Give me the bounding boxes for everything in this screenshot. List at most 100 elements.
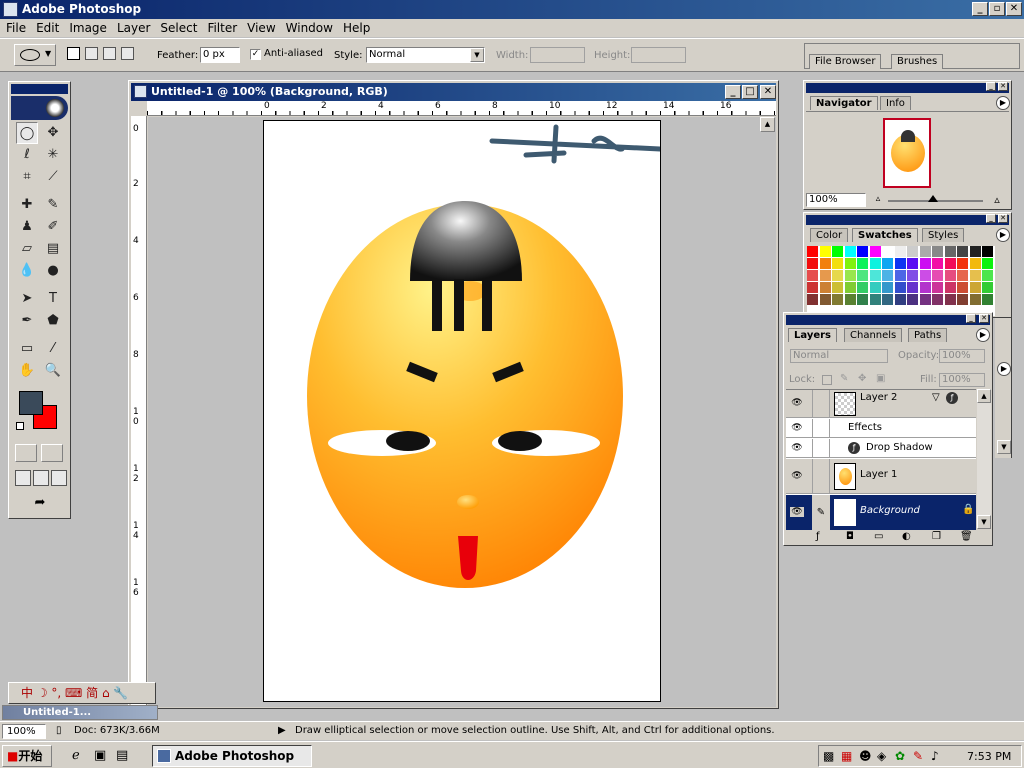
lock-transparency-icon[interactable] (822, 375, 832, 385)
minimize-button[interactable]: _ (972, 2, 988, 16)
new-set-icon[interactable]: ▭ (874, 531, 883, 542)
speaker-icon[interactable]: ♪ (931, 749, 939, 763)
status-zoom-input[interactable]: 100% (2, 724, 46, 739)
swatch[interactable] (932, 282, 943, 293)
swatch[interactable] (844, 246, 856, 257)
ie-icon[interactable]: ℯ (72, 748, 80, 763)
swatch[interactable] (807, 270, 818, 281)
swatch[interactable] (907, 270, 918, 281)
trash-icon[interactable]: 🗑 (960, 531, 973, 542)
layers-minimize-button[interactable]: _ (966, 314, 976, 323)
minimized-document[interactable]: Untitled-1... (2, 705, 158, 720)
history-brush-icon[interactable]: ✐ (42, 216, 64, 238)
add-style-icon[interactable]: ƒ (816, 531, 820, 542)
swatch[interactable] (907, 246, 918, 257)
crop-icon[interactable]: ⌗ (16, 166, 38, 188)
magic-wand-icon[interactable]: ✳ (42, 144, 64, 166)
tool-preset-picker[interactable]: ▼ (14, 44, 56, 66)
menu-file[interactable]: File (0, 19, 30, 35)
swatch[interactable] (982, 246, 993, 257)
document-canvas[interactable] (263, 120, 661, 702)
tray-icon[interactable]: ◈ (877, 749, 886, 763)
eye-icon[interactable]: 👁 (790, 398, 804, 408)
move-tool-icon[interactable]: ✥ (42, 122, 64, 144)
type-icon[interactable]: T (42, 288, 64, 310)
zoom-in-icon[interactable]: ▵ (990, 193, 1004, 206)
swatch[interactable] (919, 270, 931, 281)
layers-scrollbar[interactable]: ▲ ▼ (977, 389, 991, 529)
tab-info[interactable]: Info (880, 96, 911, 110)
swatch[interactable] (957, 246, 968, 257)
swatch[interactable] (882, 258, 893, 269)
swatch[interactable] (807, 294, 818, 305)
swatch[interactable] (857, 282, 868, 293)
dodge-icon[interactable]: ● (42, 260, 64, 282)
swatch[interactable] (832, 294, 843, 305)
intersect-selection-icon[interactable] (121, 47, 134, 60)
menu-window[interactable]: Window (280, 19, 337, 35)
effect-row[interactable]: 👁 ƒ Drop Shadow (786, 439, 976, 458)
eye-icon[interactable]: 👁 (790, 443, 804, 453)
screen-mode-standard-icon[interactable] (15, 470, 31, 486)
swatch[interactable] (944, 246, 956, 257)
hand-icon[interactable]: ✋ (16, 360, 38, 382)
swatch[interactable] (894, 258, 906, 269)
swatch[interactable] (807, 258, 818, 269)
swatch[interactable] (944, 258, 956, 269)
tab-channels[interactable]: Channels (844, 328, 903, 342)
swatch[interactable] (894, 282, 906, 293)
swatch[interactable] (982, 294, 993, 305)
tab-navigator[interactable]: Navigator (810, 96, 878, 110)
healing-brush-icon[interactable]: ✚ (16, 194, 38, 216)
menu-layer[interactable]: Layer (111, 19, 154, 35)
layer-effects-row[interactable]: 👁 Effects (786, 419, 976, 438)
lock-all-icon[interactable]: ▣ (876, 373, 885, 384)
default-colors-icon[interactable] (16, 422, 24, 430)
swatch[interactable] (944, 294, 956, 305)
add-selection-icon[interactable] (85, 47, 98, 60)
navigator-close-button[interactable]: ✕ (998, 82, 1008, 91)
foreground-color-swatch[interactable] (19, 391, 43, 415)
custom-shape-icon[interactable]: ⬟ (42, 310, 64, 332)
swatch[interactable] (982, 282, 993, 293)
swatch[interactable] (944, 282, 956, 293)
desktop-icon[interactable]: ▣ (94, 748, 106, 763)
clone-stamp-icon[interactable]: ♟ (16, 216, 38, 238)
navigator-thumbnail[interactable] (883, 118, 931, 188)
new-selection-icon[interactable] (67, 47, 80, 60)
blend-mode-select[interactable]: Normal (790, 349, 888, 363)
swatch[interactable] (919, 294, 931, 305)
scroll-down-button[interactable]: ▼ (997, 440, 1011, 454)
swatch[interactable] (832, 270, 843, 281)
swatch[interactable] (982, 270, 993, 281)
lock-position-icon[interactable]: ✥ (858, 373, 866, 384)
swatch[interactable] (894, 246, 906, 257)
panel-menu-icon[interactable]: ▶ (997, 362, 1011, 376)
tab-brushes[interactable]: Brushes (891, 54, 944, 69)
swatch[interactable] (932, 270, 943, 281)
menu-help[interactable]: Help (337, 19, 374, 35)
panel-menu-icon[interactable]: ▶ (996, 96, 1010, 110)
doc-maximize-button[interactable]: □ (742, 85, 758, 99)
tab-swatches[interactable]: Swatches (852, 228, 918, 242)
swatch[interactable] (869, 282, 881, 293)
adjustment-layer-icon[interactable]: ◐ (902, 531, 911, 542)
panel-menu-icon[interactable]: ▶ (976, 328, 990, 342)
navigator-minimize-button[interactable]: _ (986, 82, 996, 91)
menu-view[interactable]: View (241, 19, 279, 35)
swatch[interactable] (869, 246, 881, 257)
menu-image[interactable]: Image (63, 19, 111, 35)
swatch[interactable] (882, 294, 893, 305)
fill-input[interactable]: 100% (939, 373, 985, 387)
swatch[interactable] (919, 246, 931, 257)
layer-row[interactable]: 👁 Layer 1 (786, 459, 976, 494)
slice-icon[interactable]: ⟋ (42, 166, 64, 188)
scroll-down-button[interactable]: ▼ (977, 515, 991, 529)
gradient-icon[interactable]: ▤ (42, 238, 64, 260)
swatch[interactable] (832, 258, 843, 269)
swatch[interactable] (907, 294, 918, 305)
lock-pixels-icon[interactable]: ✎ (840, 373, 848, 384)
expand-triangle-icon[interactable]: ▽ (932, 392, 940, 403)
add-mask-icon[interactable]: ◘ (846, 531, 854, 542)
adobe-online-icon[interactable] (11, 96, 68, 120)
